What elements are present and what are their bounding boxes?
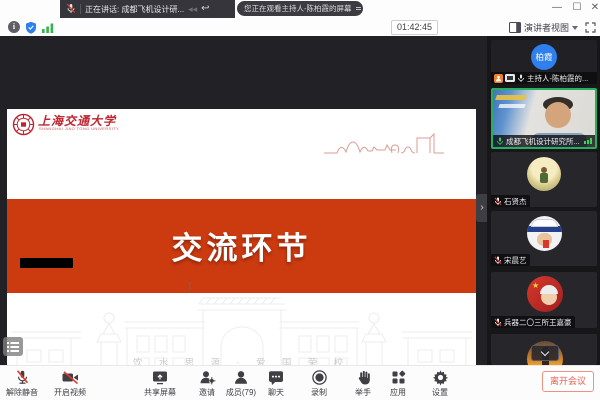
participant-avatar [527, 216, 562, 251]
participant-avatar [527, 157, 561, 191]
members-person-icon [232, 369, 250, 386]
view-mode-switcher[interactable]: 演讲者视图 [509, 21, 578, 34]
record-circle-icon [311, 369, 328, 386]
host-badge-icon [494, 74, 503, 83]
participant-name: 主持人-陈柏霞的... [527, 73, 588, 84]
participant-name: 兵器二〇三所王嘉豪 [504, 317, 572, 328]
watching-banner[interactable]: 您正在观看主持人-陈柏霞的屏幕 [237, 1, 363, 16]
caret-down-icon [572, 26, 578, 30]
speaker-label-bar: 成都飞机设计研究所... [493, 135, 595, 147]
sidebar-collapse-down-button[interactable] [531, 345, 559, 361]
text-cursor: I [188, 282, 192, 292]
university-name-en: SHANGHAI JIAO TONG UNIVERSITY [39, 126, 119, 131]
invite-person-icon [198, 369, 216, 386]
participant-label: 兵器二〇三所王嘉豪 [491, 316, 575, 328]
settings-button[interactable]: 设置 [420, 369, 460, 398]
participant-name: 成都飞机设计研究所... [506, 136, 580, 147]
host-mic-icon [517, 74, 525, 83]
view-mode-label: 演讲者视图 [524, 21, 569, 34]
annotation-icons[interactable]: ◂◂ [188, 5, 197, 14]
muted-mic-icon [494, 318, 502, 327]
participant-name: 宋晨艺 [504, 255, 527, 266]
speaking-label: 正在讲话: 成都飞机设计研... [85, 4, 184, 15]
share-screen-icon [151, 369, 169, 386]
muted-mic-icon [66, 3, 76, 15]
meeting-window: 正在讲话: 成都飞机设计研... ◂◂ ↩ 您正在观看主持人-陈柏霞的屏幕 — … [0, 0, 600, 400]
apps-button[interactable]: 应用 [378, 369, 418, 398]
close-button[interactable]: ✕ [586, 0, 600, 16]
mic-muted-icon [14, 369, 31, 386]
gear-icon [432, 369, 449, 386]
network-signal-icon[interactable] [42, 23, 55, 33]
meeting-info-icon[interactable]: i [8, 21, 20, 33]
apps-grid-icon [390, 369, 407, 386]
redacted-block [20, 258, 73, 268]
muted-mic-icon [494, 197, 502, 206]
raised-hand-icon [355, 369, 372, 386]
divider [80, 4, 81, 14]
record-button[interactable]: 录制 [299, 369, 339, 398]
slide-panel-button[interactable] [3, 337, 23, 356]
leave-meeting-button[interactable]: 离开会议 [542, 371, 594, 392]
participant-label: 宋晨艺 [491, 254, 530, 266]
participant-tile-host[interactable]: 柏霞 主持人-陈柏霞的... [491, 40, 597, 84]
fullscreen-icon[interactable] [585, 22, 596, 33]
chat-button[interactable]: 聊天 [256, 369, 296, 398]
campus-sketch-drawing [322, 117, 472, 159]
participant-name: 石贤杰 [504, 196, 527, 207]
maximize-button[interactable]: ☐ [568, 0, 586, 16]
sjtu-emblem-logo [12, 113, 35, 136]
participant-avatar: ★ [527, 276, 563, 312]
layout-icon [509, 22, 521, 33]
slide-banner: 交流环节 [7, 199, 476, 293]
presentation-slide: 上海交通大学 SHANGHAI JIAO TONG UNIVERSITY 交流环… [7, 109, 476, 382]
muted-mic-icon [494, 256, 502, 265]
titlebar: 正在讲话: 成都飞机设计研... ◂◂ ↩ 您正在观看主持人-陈柏霞的屏幕 — … [0, 0, 600, 36]
participants-sidebar: 柏霞 主持人-陈柏霞的... 成都飞机设计研究所... [487, 36, 600, 365]
undo-arrow-icon[interactable]: ↩ [201, 4, 209, 14]
participant-tile[interactable]: 石贤杰 [491, 152, 597, 207]
active-mic-icon [496, 137, 504, 146]
raise-hand-button[interactable]: 举手 [343, 369, 383, 398]
participant-tile-speaker[interactable]: 成都飞机设计研究所... [491, 88, 597, 149]
camera-off-icon [61, 369, 80, 386]
meeting-timer: 01:42:45 [391, 20, 438, 35]
host-avatar: 柏霞 [531, 44, 557, 70]
speaking-indicator: 正在讲话: 成都飞机设计研... ◂◂ ↩ [60, 0, 235, 18]
signal-bars-icon [584, 138, 592, 144]
watching-label: 您正在观看主持人-陈柏霞的屏幕 [244, 3, 352, 14]
slide-title: 交流环节 [7, 223, 476, 268]
minimize-button[interactable]: — [548, 0, 566, 16]
security-shield-icon[interactable] [25, 21, 37, 34]
chat-bubble-icon [267, 369, 285, 386]
banner-menu-icon[interactable] [356, 5, 361, 12]
screen-share-badge-icon [505, 74, 515, 82]
start-video-button[interactable]: 开启视频 [48, 369, 92, 398]
unmute-button[interactable]: 解除静音 [0, 369, 44, 398]
share-screen-button[interactable]: 共享屏幕 [138, 369, 182, 398]
participant-tile[interactable]: 宋晨艺 [491, 211, 597, 266]
shared-screen-area: 上海交通大学 SHANGHAI JIAO TONG UNIVERSITY 交流环… [0, 36, 487, 365]
host-label-bar: 主持人-陈柏霞的... [491, 72, 597, 84]
meeting-toolbar: 解除静音 开启视频 共享屏幕 邀请 成员(79) 聊天 录制 [0, 365, 600, 400]
participant-label: 石贤杰 [491, 195, 530, 207]
participant-tile[interactable]: ★ 兵器二〇三所王嘉豪 [491, 272, 597, 328]
